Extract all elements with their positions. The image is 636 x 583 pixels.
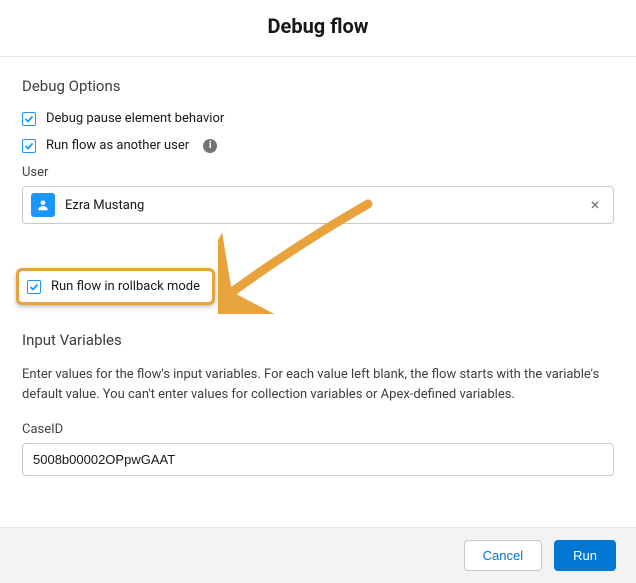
input-variables-description: Enter values for the flow's input variab… <box>22 365 614 404</box>
user-lookup[interactable]: Ezra Mustang × <box>22 186 614 224</box>
modal-title: Debug flow <box>0 14 636 38</box>
caseid-input[interactable] <box>22 443 614 476</box>
option-rollback-mode-highlight: Run flow in rollback mode <box>16 268 215 305</box>
cancel-button[interactable]: Cancel <box>464 540 542 571</box>
option-run-as-user[interactable]: Run flow as another user i <box>22 138 614 153</box>
run-button[interactable]: Run <box>554 540 616 571</box>
checkbox-run-as-user[interactable] <box>22 139 36 153</box>
checkbox-rollback-mode[interactable] <box>27 280 41 294</box>
caseid-label: CaseID <box>22 422 614 437</box>
checkbox-debug-pause[interactable] <box>22 112 36 126</box>
user-avatar-icon <box>31 193 55 217</box>
user-field-label: User <box>22 165 614 180</box>
option-rollback-mode-label: Run flow in rollback mode <box>51 279 200 294</box>
user-lookup-value: Ezra Mustang <box>65 198 144 213</box>
debug-options-heading: Debug Options <box>22 77 614 95</box>
option-debug-pause-label: Debug pause element behavior <box>46 111 224 126</box>
clear-user-icon[interactable]: × <box>585 197 605 213</box>
info-icon[interactable]: i <box>203 139 217 153</box>
option-run-as-user-label: Run flow as another user <box>46 138 189 153</box>
option-debug-pause[interactable]: Debug pause element behavior <box>22 111 614 126</box>
modal-footer: Cancel Run <box>0 527 636 583</box>
modal-header: Debug flow <box>0 0 636 57</box>
input-variables-heading: Input Variables <box>22 331 614 349</box>
modal-body: Debug Options Debug pause element behavi… <box>0 57 636 476</box>
